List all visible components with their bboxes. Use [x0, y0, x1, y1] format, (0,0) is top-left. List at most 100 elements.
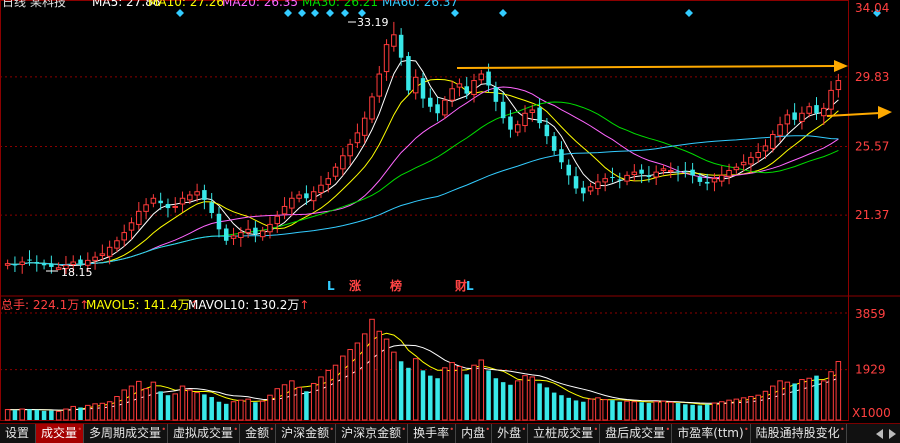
candle[interactable] [354, 123, 361, 149]
volume-bar[interactable] [464, 374, 469, 420]
candle[interactable] [114, 236, 120, 253]
candle[interactable] [347, 138, 353, 166]
candle[interactable] [624, 171, 630, 186]
candle[interactable] [194, 183, 200, 202]
volume-bar[interactable] [806, 377, 812, 421]
event-diamond-icon[interactable] [341, 9, 349, 17]
tab-6[interactable]: 沪深京金额 • [336, 424, 409, 443]
tab-10[interactable]: 立桩成交量 • [528, 424, 601, 443]
volume-bar[interactable] [412, 358, 419, 421]
candle[interactable] [602, 173, 608, 192]
volume-bar[interactable] [253, 402, 258, 420]
candle[interactable] [566, 159, 571, 185]
event-marker[interactable]: 涨 [349, 278, 361, 293]
volume-bar[interactable] [194, 392, 200, 421]
candle[interactable] [383, 39, 390, 81]
candle[interactable] [4, 259, 11, 270]
volume-bar[interactable] [369, 318, 375, 421]
event-diamond-icon[interactable] [499, 9, 507, 17]
volume-bar[interactable] [493, 378, 499, 420]
volume-bar[interactable] [508, 384, 513, 420]
candle[interactable] [121, 224, 127, 247]
volume-bar[interactable] [639, 402, 644, 420]
volume-bar[interactable] [471, 364, 477, 421]
candle[interactable] [478, 69, 485, 84]
volume-bar[interactable] [85, 404, 91, 421]
tab-1[interactable]: 成交量 • [36, 424, 85, 443]
volume-bar[interactable] [376, 330, 383, 421]
volume-bar[interactable] [711, 402, 718, 421]
volume-bar[interactable] [514, 380, 521, 421]
event-diamond-icon[interactable] [176, 9, 184, 17]
volume-bar[interactable] [114, 396, 120, 421]
candlesticks[interactable] [4, 21, 842, 274]
tab-9[interactable]: 外盘 • [492, 424, 529, 443]
candle[interactable] [398, 28, 404, 66]
volume-bar[interactable] [486, 370, 491, 420]
event-markers-top[interactable] [176, 9, 881, 17]
volume-bar[interactable] [274, 388, 281, 421]
candle[interactable] [296, 190, 302, 203]
volume-bar[interactable] [41, 410, 47, 420]
volume-bar[interactable] [631, 401, 638, 421]
volume-bar[interactable] [296, 386, 302, 421]
volume-bar[interactable] [573, 400, 579, 420]
volume-bar[interactable] [406, 367, 411, 420]
event-diamond-icon[interactable] [284, 9, 292, 17]
volume-bar[interactable] [821, 380, 827, 421]
volume-bar[interactable] [361, 333, 368, 421]
candle[interactable] [792, 103, 797, 126]
volume-bar[interactable] [55, 410, 62, 421]
candle[interactable] [471, 73, 477, 103]
volume-bar[interactable] [383, 338, 390, 421]
candle[interactable] [376, 66, 383, 103]
volume-bar[interactable] [420, 370, 426, 420]
volume-bar[interactable] [310, 382, 317, 421]
candle[interactable] [230, 227, 237, 246]
volume-bar[interactable] [289, 380, 295, 421]
candle[interactable] [150, 194, 157, 208]
tab-12[interactable]: 市盈率(ttm) • [672, 424, 751, 443]
candle[interactable] [500, 92, 506, 124]
volume-bar[interactable] [835, 361, 842, 421]
candle[interactable] [165, 198, 171, 218]
volume-bar[interactable] [624, 400, 630, 421]
candle[interactable] [391, 21, 397, 52]
candle[interactable] [559, 141, 564, 170]
volume-bar[interactable] [653, 401, 659, 421]
volume-bar[interactable] [128, 385, 135, 421]
candle[interactable] [464, 76, 469, 100]
volume-bar[interactable] [602, 399, 608, 421]
volume-bar[interactable] [428, 375, 433, 420]
candle[interactable] [740, 154, 747, 172]
volume-bar[interactable] [281, 384, 288, 421]
candle[interactable] [406, 51, 411, 95]
volume-bar[interactable] [136, 380, 142, 421]
volume-bar[interactable] [456, 366, 463, 421]
scroll-right-icon[interactable] [889, 428, 896, 439]
volume-bar[interactable] [792, 383, 797, 420]
tab-5[interactable]: 沪深金额 • [276, 424, 337, 443]
volume-bar[interactable] [202, 394, 207, 420]
candle[interactable] [253, 220, 258, 243]
candle[interactable] [653, 165, 659, 186]
event-marker[interactable]: L [327, 279, 335, 293]
volume-bar[interactable] [683, 404, 688, 420]
volume-bar[interactable] [187, 389, 193, 421]
volume-bar[interactable] [223, 403, 229, 420]
volume-bar[interactable] [332, 364, 339, 421]
candle[interactable] [631, 164, 638, 182]
tab-0[interactable]: 设置 [0, 424, 37, 443]
event-diamond-icon[interactable] [326, 9, 334, 17]
volume-bar[interactable] [78, 407, 83, 420]
volume-bar[interactable] [828, 371, 834, 421]
candle[interactable] [777, 116, 783, 143]
volume-bar[interactable] [587, 398, 594, 421]
candle[interactable] [143, 198, 149, 220]
candle[interactable] [245, 220, 251, 238]
volume-bar[interactable] [19, 408, 25, 421]
volume-bar[interactable] [63, 408, 69, 421]
candle[interactable] [828, 81, 834, 115]
candle[interactable] [92, 251, 98, 270]
volume-bar[interactable] [158, 391, 163, 420]
